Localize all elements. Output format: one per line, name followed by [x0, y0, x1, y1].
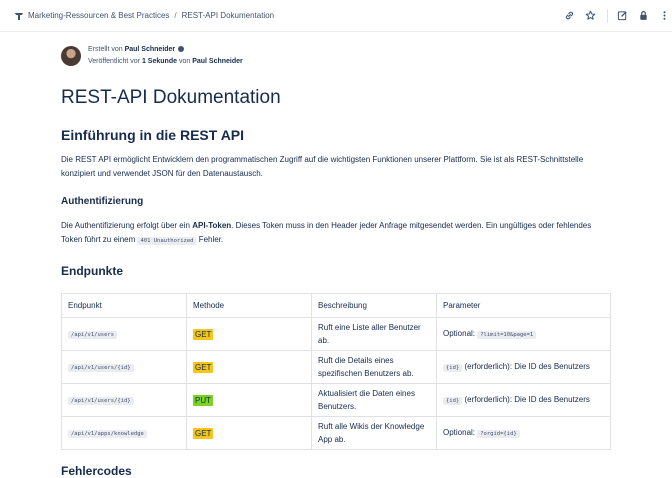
- status-icon: [178, 46, 185, 52]
- copy-link-button[interactable]: [563, 10, 575, 22]
- method-badge: GET: [193, 361, 214, 373]
- avatar[interactable]: [61, 46, 81, 66]
- method-badge: PUT: [193, 394, 213, 406]
- endpoint-code: /api/v1/users: [68, 330, 118, 339]
- endpoint-parameter: Optional: ?orgid={id}: [436, 416, 611, 450]
- endpoint-description: Ruft die Details eines spezifischen Benu…: [311, 350, 437, 384]
- endpoint-parameter: {id} (erforderlich): Die ID des Benutzer…: [436, 350, 611, 384]
- breadcrumb-space[interactable]: Marketing-Ressourcen & Best Practices: [28, 11, 169, 20]
- table-row: /api/v1/users/{id} GET Ruft die Details …: [61, 350, 611, 384]
- breadcrumb-separator: /: [174, 11, 177, 20]
- table-row: /api/v1/apps/knowledge GET Ruft alle Wik…: [61, 416, 611, 450]
- column-header: Endpunkt: [61, 293, 187, 318]
- lock-icon: [639, 11, 647, 20]
- endpoint-parameter: {id} (erforderlich): Die ID des Benutzer…: [436, 383, 611, 417]
- edit-button[interactable]: [616, 10, 628, 22]
- method-badge: GET: [193, 328, 214, 340]
- restrictions-button[interactable]: [637, 10, 649, 22]
- more-icon: [662, 11, 666, 20]
- more-actions-button[interactable]: [658, 10, 670, 22]
- link-icon: [565, 11, 573, 20]
- column-header: Methode: [186, 293, 312, 318]
- column-header: Beschreibung: [311, 293, 437, 318]
- published-time[interactable]: 1 Sekunde: [142, 58, 177, 65]
- page-actions: [563, 0, 672, 31]
- endpoint-code: /api/v1/users/{id}: [68, 396, 134, 405]
- actions-divider: [607, 8, 608, 23]
- table-header-row: Endpunkt Methode Beschreibung Parameter: [61, 293, 611, 318]
- column-header: Parameter: [436, 293, 611, 318]
- auth-heading: Authentifizierung: [61, 196, 144, 207]
- endpoint-code: /api/v1/apps/knowledge: [68, 429, 147, 438]
- endpoint-description: Ruft alle Wikis der Knowledge App ab.: [311, 416, 437, 450]
- table-row: /api/v1/users/{id} PUT Aktualisiert die …: [61, 383, 611, 417]
- breadcrumb-page[interactable]: REST-API Dokumentation: [182, 11, 274, 20]
- intro-heading: Einführung in die REST API: [61, 127, 245, 143]
- breadcrumb: Marketing-Ressourcen & Best Practices / …: [14, 11, 274, 21]
- star-icon: [585, 10, 595, 20]
- method-badge: GET: [193, 427, 214, 439]
- author-link[interactable]: Paul Schneider: [125, 46, 176, 53]
- auth-text: Die Authentifizierung erfolgt über ein A…: [61, 221, 592, 245]
- endpoint-parameter: Optional: ?limit=10&page=1: [436, 317, 611, 351]
- api-token: API-Token: [192, 221, 232, 230]
- table-row: /api/v1/users GET Ruft eine Liste aller …: [61, 317, 611, 351]
- space-icon: [15, 12, 23, 20]
- publisher-link[interactable]: Paul Schneider: [192, 58, 243, 65]
- star-button[interactable]: [584, 10, 596, 22]
- endpoint-code: /api/v1/users/{id}: [68, 363, 134, 372]
- error-codes-heading: Fehlercodes: [61, 464, 132, 478]
- endpoints-heading: Endpunkte: [61, 264, 123, 278]
- intro-text: Die REST API ermöglicht Entwicklern den …: [61, 155, 584, 178]
- page-title: REST-API Dokumentation: [61, 87, 281, 108]
- page-byline: Erstellt von Paul Schneider Veröffentlic…: [61, 44, 243, 68]
- endpoint-description: Ruft eine Liste aller Benutzer ab.: [311, 317, 437, 351]
- endpoints-table: Endpunkt Methode Beschreibung Parameter …: [61, 293, 611, 450]
- endpoint-description: Aktualisiert die Daten eines Benutzers.: [311, 383, 437, 417]
- edit-icon: [617, 11, 627, 21]
- top-bar: Marketing-Ressourcen & Best Practices / …: [0, 0, 672, 32]
- error-code: 401 Unauthorized: [137, 237, 197, 245]
